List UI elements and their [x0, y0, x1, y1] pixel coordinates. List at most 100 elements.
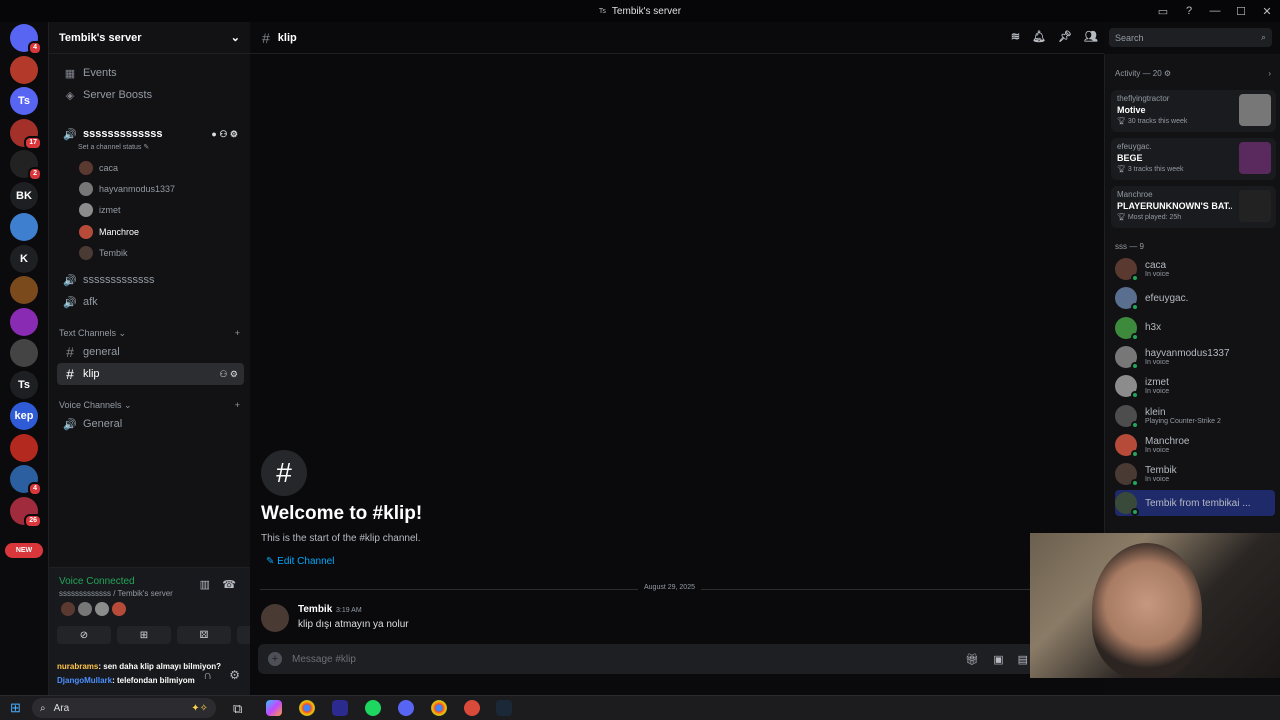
- category-text-channels[interactable]: Text Channels ⌄ +: [59, 328, 240, 339]
- close-button[interactable]: ✕: [1254, 5, 1280, 18]
- member-row[interactable]: Tembik In voice: [1115, 461, 1275, 488]
- voice-channel-general[interactable]: 🔊 General: [57, 413, 244, 435]
- boost-icon: ◈: [65, 89, 75, 102]
- spotify-icon[interactable]: [365, 700, 381, 716]
- search-input[interactable]: Search ⌕: [1109, 28, 1272, 47]
- avatar: [1115, 258, 1139, 282]
- server-icon-6[interactable]: [10, 213, 38, 241]
- windows-start-icon[interactable]: ⊞: [10, 700, 21, 716]
- invite-icon[interactable]: ⚇: [219, 369, 227, 379]
- edit-channel-link[interactable]: ✎ Edit Channel: [266, 556, 334, 567]
- activity-card[interactable]: efeuygac. BEGE 🏆︎ 3 tracks this week: [1111, 138, 1276, 180]
- gift-icon[interactable]: 🎁︎: [965, 653, 979, 666]
- sidebar-item-events[interactable]: ▦ Events: [57, 62, 244, 84]
- status-dot: [1131, 479, 1139, 488]
- activity-header[interactable]: Activity — 20 ⚙ ›: [1115, 69, 1271, 78]
- member-row[interactable]: efeuygac.: [1115, 285, 1275, 312]
- avatar: [79, 224, 93, 239]
- gif-icon[interactable]: ▣: [993, 653, 1003, 666]
- server-icon-14[interactable]: 4: [10, 465, 42, 496]
- bell-icon[interactable]: 🔔︎: [1032, 30, 1046, 43]
- member-row[interactable]: klein Playing Counter-Strike 2: [1115, 403, 1275, 429]
- activity-card[interactable]: Manchroe PLAYERUNKNOWN'S BAT... 🏆︎ Most pl…: [1111, 186, 1276, 228]
- text-channel-klip[interactable]: # klip ⚇ ⚙: [57, 363, 244, 385]
- voice-channel-afk[interactable]: 🔊 afk: [57, 291, 244, 313]
- server-icon-15[interactable]: 26: [10, 496, 42, 528]
- server-icon-7[interactable]: K: [10, 244, 38, 273]
- chat-icon[interactable]: ●: [211, 129, 216, 139]
- server-icon-12[interactable]: kep: [10, 402, 38, 430]
- server-icon-4[interactable]: 2: [10, 150, 42, 181]
- member-row[interactable]: h3x: [1115, 315, 1275, 341]
- gear-icon[interactable]: ⚙: [229, 668, 240, 682]
- server-icon-8[interactable]: [10, 276, 38, 304]
- minimize-button[interactable]: —: [1202, 5, 1228, 17]
- server-icon-5[interactable]: BK: [10, 181, 38, 210]
- activity-detail-text: 30 tracks this week: [1127, 118, 1188, 125]
- voice-member[interactable]: izmet: [79, 200, 121, 220]
- status-dot: [1131, 303, 1139, 312]
- gear-icon[interactable]: ⚙: [230, 129, 238, 139]
- member-row[interactable]: Tembik from tembikai ...: [1115, 490, 1275, 517]
- voice-location[interactable]: sssssssssssss / Tembik's server: [59, 589, 173, 598]
- sidebar-item-server-boosts[interactable]: ◈ Server Boosts: [57, 84, 244, 106]
- server-icon-10[interactable]: [10, 339, 38, 367]
- server-icon-3[interactable]: 17: [10, 118, 42, 150]
- help-icon[interactable]: ?: [1176, 5, 1202, 17]
- member-name: izmet: [1145, 377, 1169, 389]
- inbox-icon[interactable]: ▭: [1150, 5, 1176, 18]
- home-button[interactable]: 4: [10, 24, 42, 55]
- voice-channel-active[interactable]: 🔊 sssssssssssss ● ⚇ ⚙: [57, 123, 244, 145]
- taskbar-search[interactable]: ⌕ Ara ✦✧: [32, 698, 216, 718]
- server-title-icon: Ts: [598, 7, 606, 15]
- server-header[interactable]: Tembik's server ⌄: [49, 22, 250, 54]
- signal-icon[interactable]: ▥: [200, 578, 210, 591]
- member-row[interactable]: hayvanmodus1337 In voice: [1115, 344, 1275, 370]
- gear-icon[interactable]: ⚙: [230, 369, 238, 379]
- steam-icon[interactable]: [496, 700, 512, 716]
- app-icon[interactable]: [464, 700, 480, 716]
- category-voice-channels[interactable]: Voice Channels ⌄ +: [59, 400, 240, 411]
- upload-icon[interactable]: +: [268, 652, 282, 666]
- voice-channel[interactable]: 🔊 sssssssssssss: [57, 269, 244, 291]
- camera-off-button[interactable]: ⊘: [57, 626, 111, 644]
- server-icon-9[interactable]: [10, 307, 38, 336]
- task-view-icon[interactable]: ⧉: [233, 701, 242, 717]
- channel-status[interactable]: Set a channel status ✎: [78, 143, 149, 151]
- screen-share-button[interactable]: ⊞: [117, 626, 171, 644]
- voice-member[interactable]: Manchroe: [79, 222, 139, 242]
- valorant-icon[interactable]: [332, 700, 348, 716]
- headphones-icon[interactable]: ∩: [203, 668, 212, 682]
- server-icon-2[interactable]: Ts: [10, 87, 38, 115]
- voice-member[interactable]: hayvanmodus1337: [79, 179, 175, 199]
- voice-member-name: Tembik: [99, 247, 128, 258]
- copilot-icon[interactable]: [266, 700, 282, 716]
- threads-icon[interactable]: ≋: [1011, 30, 1020, 43]
- disconnect-icon[interactable]: ☎: [222, 578, 236, 591]
- text-channel-general[interactable]: # general: [57, 341, 244, 363]
- server-icon-1[interactable]: [10, 55, 38, 84]
- discord-icon[interactable]: [398, 700, 414, 716]
- server-icon-13[interactable]: [10, 433, 38, 462]
- activity-card[interactable]: theflyingtractor Motive 🏆︎ 30 tracks this …: [1111, 90, 1276, 132]
- sticker-icon[interactable]: ▤: [1018, 653, 1028, 666]
- member-row[interactable]: caca In voice: [1115, 256, 1275, 282]
- maximize-button[interactable]: ☐: [1228, 5, 1254, 18]
- chrome-icon[interactable]: [431, 700, 447, 716]
- chrome-icon[interactable]: [299, 700, 315, 716]
- add-channel-icon[interactable]: +: [235, 400, 240, 411]
- pin-icon[interactable]: 📌︎: [1058, 30, 1072, 43]
- invite-icon[interactable]: ⚇: [219, 129, 227, 139]
- activity-button[interactable]: ⚄: [177, 626, 231, 644]
- member-row[interactable]: Manchroe In voice: [1115, 432, 1275, 458]
- member-row[interactable]: izmet In voice: [1115, 373, 1275, 400]
- add-channel-icon[interactable]: +: [235, 328, 240, 339]
- server-icon-11[interactable]: Ts: [10, 370, 38, 399]
- message-input[interactable]: [292, 653, 966, 665]
- message-author[interactable]: Tembik: [298, 604, 332, 615]
- avatar[interactable]: [261, 604, 289, 632]
- webcam-overlay: [1030, 533, 1280, 678]
- voice-member[interactable]: caca: [79, 158, 118, 178]
- members-icon[interactable]: 👥︎: [1084, 30, 1098, 43]
- voice-member[interactable]: Tembik: [79, 243, 128, 263]
